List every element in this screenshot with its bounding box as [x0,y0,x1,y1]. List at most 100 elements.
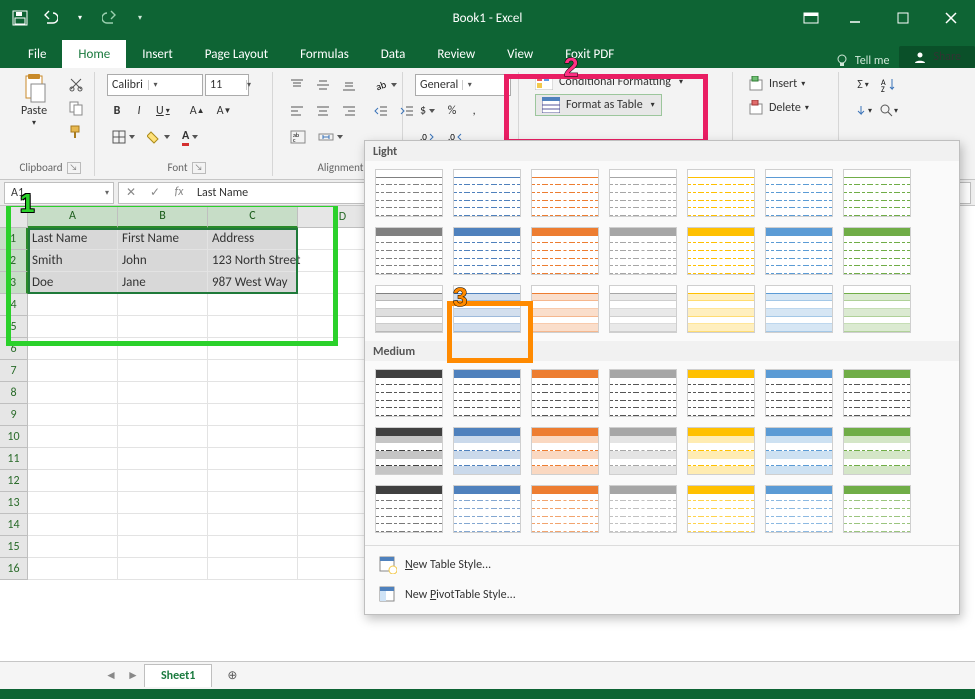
cell-A10[interactable] [28,426,118,448]
table-style-thumb[interactable] [843,169,911,217]
tab-view[interactable]: View [491,40,549,68]
table-style-thumb[interactable] [609,369,677,417]
align-middle-button[interactable] [311,74,335,96]
number-format-combo[interactable]: General▾ [415,74,511,96]
comma-style-button[interactable]: , [464,100,484,122]
merge-center-button[interactable] [313,126,348,148]
cell-B8[interactable] [118,382,208,404]
table-style-thumb[interactable] [843,485,911,533]
undo-dropdown-icon[interactable]: ▾ [68,6,92,30]
format-as-table-button[interactable]: Format as Table▾ [535,94,662,116]
ribbon-display-icon[interactable] [791,0,831,36]
close-button[interactable] [927,0,975,36]
cell-C16[interactable] [208,558,298,580]
table-style-thumb[interactable] [687,369,755,417]
currency-button[interactable]: $ [415,100,440,122]
copy-icon[interactable] [64,98,88,118]
table-style-thumb[interactable] [765,169,833,217]
row-header-8[interactable]: 8 [0,382,28,404]
fill-color-button[interactable] [142,126,175,148]
cell-B11[interactable] [118,448,208,470]
align-right-button[interactable] [337,100,361,122]
table-style-thumb[interactable] [375,169,443,217]
table-style-thumb[interactable] [531,227,599,275]
undo-icon[interactable] [38,6,62,30]
cell-C13[interactable] [208,492,298,514]
row-header-16[interactable]: 16 [0,558,28,580]
tab-formulas[interactable]: Formulas [284,40,365,68]
find-select-button[interactable]: ▾ [877,100,901,122]
sheet-tab[interactable]: Sheet1 [144,664,212,687]
table-style-thumb[interactable] [765,285,833,333]
wrap-text-button[interactable]: abc [285,126,311,148]
underline-button[interactable]: U▾ [151,100,175,122]
font-name-combo[interactable]: Calibri▾ [107,74,203,96]
cell-A16[interactable] [28,558,118,580]
table-style-thumb[interactable] [687,169,755,217]
maximize-button[interactable] [879,0,927,36]
tell-me[interactable]: Tell me [825,54,900,68]
minimize-button[interactable] [831,0,879,36]
table-style-thumb[interactable] [375,227,443,275]
autosum-button[interactable]: Σ▾ [851,74,875,96]
table-style-thumb[interactable] [531,485,599,533]
table-style-thumb[interactable] [687,427,755,475]
cell-B14[interactable] [118,514,208,536]
cell-C7[interactable] [208,360,298,382]
cell-B7[interactable] [118,360,208,382]
tab-data[interactable]: Data [365,40,422,68]
table-style-thumb[interactable] [453,227,521,275]
tab-insert[interactable]: Insert [126,40,189,68]
borders-button[interactable] [107,126,140,148]
row-header-12[interactable]: 12 [0,470,28,492]
share-button[interactable]: Share [899,46,975,68]
sort-filter-button[interactable]: AZ [877,74,901,96]
table-style-thumb[interactable] [375,369,443,417]
font-size-combo[interactable]: 11▾ [205,74,249,96]
new-sheet-button[interactable]: ⊕ [218,665,246,687]
cell-A14[interactable] [28,514,118,536]
table-style-thumb[interactable] [375,485,443,533]
qat-customize-icon[interactable]: ▾ [128,6,152,30]
table-style-thumb[interactable] [531,169,599,217]
cell-A8[interactable] [28,382,118,404]
table-style-thumb[interactable] [531,369,599,417]
tab-foxit-pdf[interactable]: Foxit PDF [549,40,630,68]
cell-A11[interactable] [28,448,118,470]
cell-A9[interactable] [28,404,118,426]
sheet-nav-prev[interactable]: ◄ [100,665,122,687]
cell-B9[interactable] [118,404,208,426]
cell-B13[interactable] [118,492,208,514]
table-style-thumb[interactable] [687,485,755,533]
table-style-thumb[interactable] [453,369,521,417]
new-pivot-style-item[interactable]: New PivotTable Style... [365,580,959,610]
table-style-thumb[interactable] [531,285,599,333]
table-style-thumb[interactable] [609,485,677,533]
row-header-10[interactable]: 10 [0,426,28,448]
table-style-thumb[interactable] [687,227,755,275]
delete-cells-button[interactable]: Delete▾ [745,98,813,118]
cell-B10[interactable] [118,426,208,448]
align-center-button[interactable] [311,100,335,122]
cell-C9[interactable] [208,404,298,426]
cut-icon[interactable] [64,74,88,94]
cell-C14[interactable] [208,514,298,536]
align-top-button[interactable] [285,74,309,96]
row-header-15[interactable]: 15 [0,536,28,558]
cell-A7[interactable] [28,360,118,382]
row-header-9[interactable]: 9 [0,404,28,426]
table-style-thumb[interactable] [765,369,833,417]
table-style-thumb[interactable] [843,427,911,475]
table-style-thumb[interactable] [375,427,443,475]
table-style-thumb[interactable] [453,427,521,475]
italic-button[interactable]: I [129,100,149,122]
row-header-11[interactable]: 11 [0,448,28,470]
cell-A12[interactable] [28,470,118,492]
cell-A15[interactable] [28,536,118,558]
cell-C15[interactable] [208,536,298,558]
paste-button[interactable]: Paste ▾ [12,74,56,128]
cell-A13[interactable] [28,492,118,514]
dialog-launcher-icon[interactable]: ↘ [67,162,81,174]
orientation-button[interactable]: ab [369,74,402,96]
table-style-thumb[interactable] [453,485,521,533]
